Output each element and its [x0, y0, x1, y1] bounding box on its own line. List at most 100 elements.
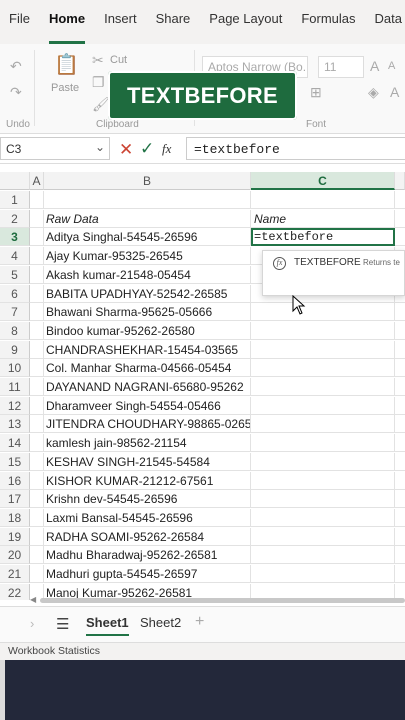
cell-a[interactable] [30, 378, 44, 396]
cell-d[interactable] [395, 528, 405, 546]
cell-b[interactable]: kamlesh jain-98562-21154 [44, 434, 251, 453]
cell-c[interactable]: Name [251, 209, 395, 228]
column-header-d[interactable] [395, 172, 405, 190]
sheet-list-menu-icon[interactable]: ☰ [56, 615, 69, 633]
sheet-tab-sheet1[interactable]: Sheet1 [86, 615, 129, 636]
row-number[interactable]: 10 [0, 359, 30, 378]
cell-c[interactable] [251, 303, 395, 322]
cell-a[interactable] [30, 546, 44, 565]
cell-a[interactable] [30, 434, 44, 453]
cell-c[interactable] [251, 359, 395, 378]
copy-icon[interactable]: ❐ [92, 74, 105, 91]
row-number[interactable]: 18 [0, 508, 30, 527]
cell-d[interactable] [395, 322, 405, 340]
cell-c[interactable] [251, 321, 395, 340]
formula-input[interactable]: =textbefore [186, 137, 405, 160]
row-number[interactable]: 19 [0, 527, 30, 546]
cell-d[interactable] [395, 472, 405, 490]
row-number[interactable]: 20 [0, 546, 30, 565]
cell-a[interactable] [30, 340, 44, 359]
cell-a[interactable] [30, 265, 44, 284]
cell-c[interactable] [251, 546, 395, 565]
row-number[interactable]: 9 [0, 340, 30, 359]
tab-formulas[interactable]: Formulas [301, 6, 355, 44]
row-number[interactable]: 1 [0, 191, 30, 209]
cell-d[interactable] [395, 509, 405, 527]
cell-a[interactable] [30, 247, 44, 266]
cell-b[interactable] [44, 191, 251, 209]
row-number[interactable]: 8 [0, 321, 30, 340]
autocomplete-function-name[interactable]: TEXTBEFORE [294, 257, 361, 268]
row-number[interactable]: 13 [0, 415, 30, 434]
function-autocomplete[interactable]: fx TEXTBEFORE Returns te [262, 250, 405, 296]
cell-b[interactable]: KESHAV SINGH-21545-54584 [44, 452, 251, 471]
cell-b[interactable]: DAYANAND NAGRANI-65680-95262 [44, 378, 251, 396]
cell-a[interactable] [30, 284, 44, 303]
cell-b[interactable]: Bindoo kumar-95262-26580 [44, 321, 251, 340]
cell-b[interactable]: KISHOR KUMAR-21212-67561 [44, 471, 251, 490]
cell-c[interactable] [251, 565, 395, 583]
cell-d[interactable] [395, 565, 405, 583]
column-header-b[interactable]: B [44, 172, 251, 190]
redo-icon[interactable]: ↷ [10, 84, 22, 101]
cell-a[interactable] [30, 527, 44, 546]
horizontal-scrollbar[interactable]: ◀ [30, 595, 405, 604]
column-header-c[interactable]: C [251, 172, 395, 190]
increase-font-icon[interactable]: A [370, 58, 379, 74]
name-box[interactable]: C3 ⌄ [0, 137, 110, 160]
tab-insert[interactable]: Insert [104, 6, 137, 44]
row-number[interactable]: 16 [0, 471, 30, 490]
cell-c[interactable] [251, 527, 395, 546]
cell-b[interactable]: Krishn dev-54545-26596 [44, 490, 251, 509]
cell-a[interactable] [30, 471, 44, 490]
cell-a[interactable] [30, 359, 44, 378]
row-number[interactable]: 12 [0, 396, 30, 415]
paste-button[interactable]: Paste [51, 82, 79, 94]
paste-icon[interactable]: 📋 [54, 52, 79, 77]
row-number[interactable]: 15 [0, 452, 30, 471]
row-number[interactable]: 11 [0, 378, 30, 396]
cancel-icon[interactable]: ✕ [119, 140, 133, 160]
cell-a[interactable] [30, 396, 44, 415]
border-icon[interactable]: ⊞ [310, 84, 322, 101]
tab-data[interactable]: Data [375, 6, 402, 44]
status-bar[interactable]: Workbook Statistics [0, 642, 405, 660]
row-number[interactable]: 5 [0, 265, 30, 284]
cell-b[interactable]: Ajay Kumar-95325-26545 [44, 247, 251, 266]
cell-a[interactable] [30, 303, 44, 322]
cell-d[interactable] [395, 341, 405, 359]
cell-b[interactable]: Raw Data [44, 209, 251, 228]
cell-a[interactable] [30, 508, 44, 527]
cell-b[interactable]: RADHA SOAMI-95262-26584 [44, 527, 251, 546]
tab-home[interactable]: Home [48, 6, 86, 44]
cell-b[interactable]: Akash kumar-21548-05454 [44, 265, 251, 284]
cell-a[interactable] [30, 228, 44, 247]
cell-b[interactable]: Laxmi Bansal-54545-26596 [44, 508, 251, 527]
cell-a[interactable] [30, 191, 44, 209]
cell-b[interactable]: Aditya Singhal-54545-26596 [44, 228, 251, 247]
chevron-right-icon[interactable]: › [30, 616, 34, 631]
cell-d[interactable] [395, 359, 405, 378]
cell-d[interactable] [395, 303, 405, 322]
cell-b[interactable]: CHANDRASHEKHAR-15454-03565 [44, 340, 251, 359]
active-cell-c3[interactable]: =textbefore [251, 228, 395, 247]
decrease-font-icon[interactable]: A [388, 60, 395, 72]
cell-a[interactable] [30, 452, 44, 471]
cell-b[interactable]: BABITA UPADHYAY-52542-26585 [44, 284, 251, 303]
row-number[interactable]: 6 [0, 284, 30, 303]
tab-page-layout[interactable]: Page Layout [209, 6, 282, 44]
select-all-corner[interactable] [0, 172, 30, 190]
chevron-down-icon[interactable]: ⌄ [95, 140, 105, 154]
cell-d[interactable] [395, 191, 405, 209]
cell-c[interactable] [251, 452, 395, 471]
cell-b[interactable]: JITENDRA CHOUDHARY-98865-02652 [44, 415, 251, 434]
cell-d[interactable] [395, 546, 405, 565]
cell-d[interactable] [395, 434, 405, 453]
row-number[interactable]: 17 [0, 490, 30, 509]
cell-d[interactable] [395, 453, 405, 471]
cell-d[interactable] [395, 397, 405, 415]
cut-button[interactable]: Cut [110, 54, 127, 66]
cell-c[interactable] [251, 471, 395, 490]
cell-d[interactable] [395, 210, 405, 228]
column-header-a[interactable]: A [30, 172, 44, 190]
